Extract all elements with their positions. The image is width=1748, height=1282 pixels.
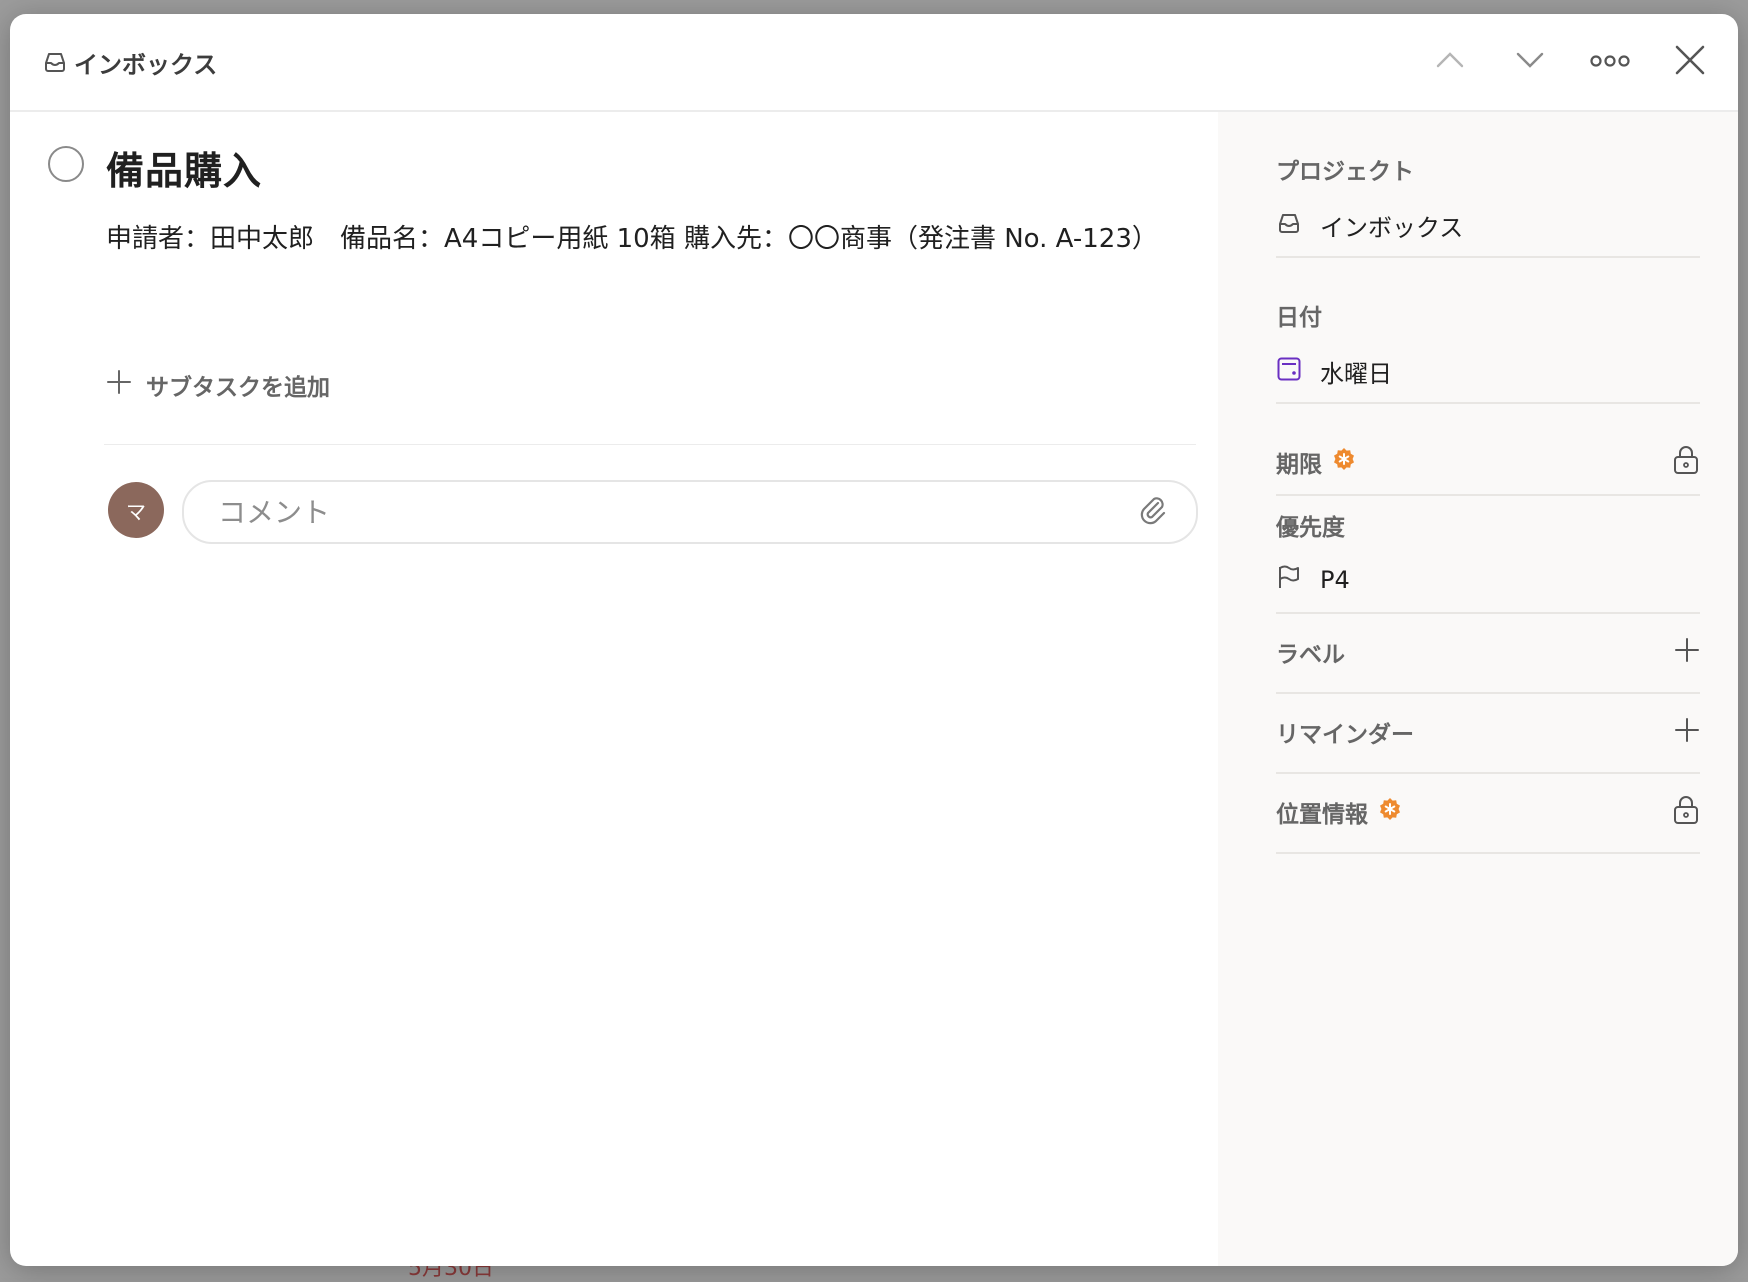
- add-subtask-button[interactable]: サブタスクを追加: [106, 368, 330, 402]
- more-horizontal-icon: [1589, 53, 1631, 72]
- project-label: プロジェクト: [1276, 159, 1414, 185]
- priority-selector[interactable]: P4: [1276, 564, 1700, 596]
- lock-icon: [1672, 795, 1700, 829]
- task-title[interactable]: 備品購入: [106, 140, 262, 195]
- plus-icon: [106, 369, 132, 401]
- task-detail-modal: インボックス 備品購入 申請者：田中太郎 備品名：A4コピー用紙 10箱 購入先…: [10, 14, 1738, 1266]
- reminder-section[interactable]: リマインダー: [1276, 694, 1700, 774]
- date-value: 水曜日: [1320, 360, 1392, 388]
- priority-value: P4: [1320, 566, 1350, 594]
- labels-row: ラベル: [1276, 614, 1700, 690]
- close-button[interactable]: [1662, 36, 1718, 88]
- lock-icon: [1672, 445, 1700, 479]
- breadcrumb-label: インボックス: [74, 50, 218, 79]
- location-row: 位置情報: [1276, 774, 1700, 850]
- priority-label: 優先度: [1276, 515, 1345, 541]
- project-section: プロジェクト インボックス: [1276, 152, 1700, 258]
- comment-field[interactable]: [182, 480, 1198, 544]
- task-main-panel: 備品購入 申請者：田中太郎 備品名：A4コピー用紙 10箱 購入先：〇〇商事（発…: [10, 112, 1218, 1266]
- chevron-up-icon: [1435, 50, 1465, 74]
- location-label: 位置情報: [1276, 802, 1368, 828]
- more-options-button[interactable]: [1582, 36, 1638, 88]
- task-description[interactable]: 申請者：田中太郎 備品名：A4コピー用紙 10箱 購入先：〇〇商事（発注書 No…: [106, 216, 1186, 262]
- comment-input[interactable]: [216, 494, 1100, 530]
- avatar: マ: [108, 482, 164, 538]
- paperclip-icon[interactable]: [1138, 494, 1168, 530]
- date-label: 日付: [1276, 305, 1322, 331]
- deadline-section[interactable]: 期限: [1276, 432, 1700, 496]
- inbox-icon: [1276, 210, 1302, 242]
- labels-label: ラベル: [1276, 642, 1345, 668]
- reminder-row: リマインダー: [1276, 694, 1700, 770]
- complete-task-checkbox[interactable]: [48, 146, 84, 182]
- date-section: 日付 水曜日: [1276, 298, 1700, 404]
- task-sidebar: プロジェクト インボックス 日付 水曜日 期限 優先度 P4 ラベル リマインダ…: [1218, 112, 1738, 1266]
- project-value: インボックス: [1320, 214, 1464, 242]
- previous-task-button[interactable]: [1422, 36, 1478, 88]
- plus-icon[interactable]: [1674, 637, 1700, 667]
- project-selector[interactable]: インボックス: [1276, 208, 1700, 243]
- next-task-button[interactable]: [1502, 36, 1558, 88]
- location-section[interactable]: 位置情報: [1276, 774, 1700, 854]
- divider: [104, 444, 1196, 445]
- upgrade-badge-icon: [1378, 797, 1402, 827]
- breadcrumb[interactable]: インボックス: [42, 45, 217, 80]
- chevron-down-icon: [1515, 50, 1545, 74]
- modal-header: インボックス: [10, 14, 1738, 112]
- calendar-icon: [1276, 356, 1302, 388]
- flag-icon: [1276, 564, 1302, 596]
- date-selector[interactable]: 水曜日: [1276, 354, 1700, 389]
- header-actions: [1422, 36, 1718, 88]
- add-subtask-label: サブタスクを追加: [146, 375, 330, 401]
- location-label-group: 位置情報: [1276, 795, 1402, 829]
- reminder-label: リマインダー: [1276, 722, 1414, 748]
- deadline-label-group: 期限: [1276, 445, 1356, 479]
- labels-section[interactable]: ラベル: [1276, 614, 1700, 694]
- close-icon: [1674, 44, 1706, 80]
- inbox-icon: [42, 49, 68, 75]
- upgrade-badge-icon: [1332, 447, 1356, 477]
- priority-section: 優先度 P4: [1276, 508, 1700, 614]
- deadline-label: 期限: [1276, 452, 1322, 478]
- deadline-row: 期限: [1276, 432, 1700, 492]
- plus-icon[interactable]: [1674, 717, 1700, 747]
